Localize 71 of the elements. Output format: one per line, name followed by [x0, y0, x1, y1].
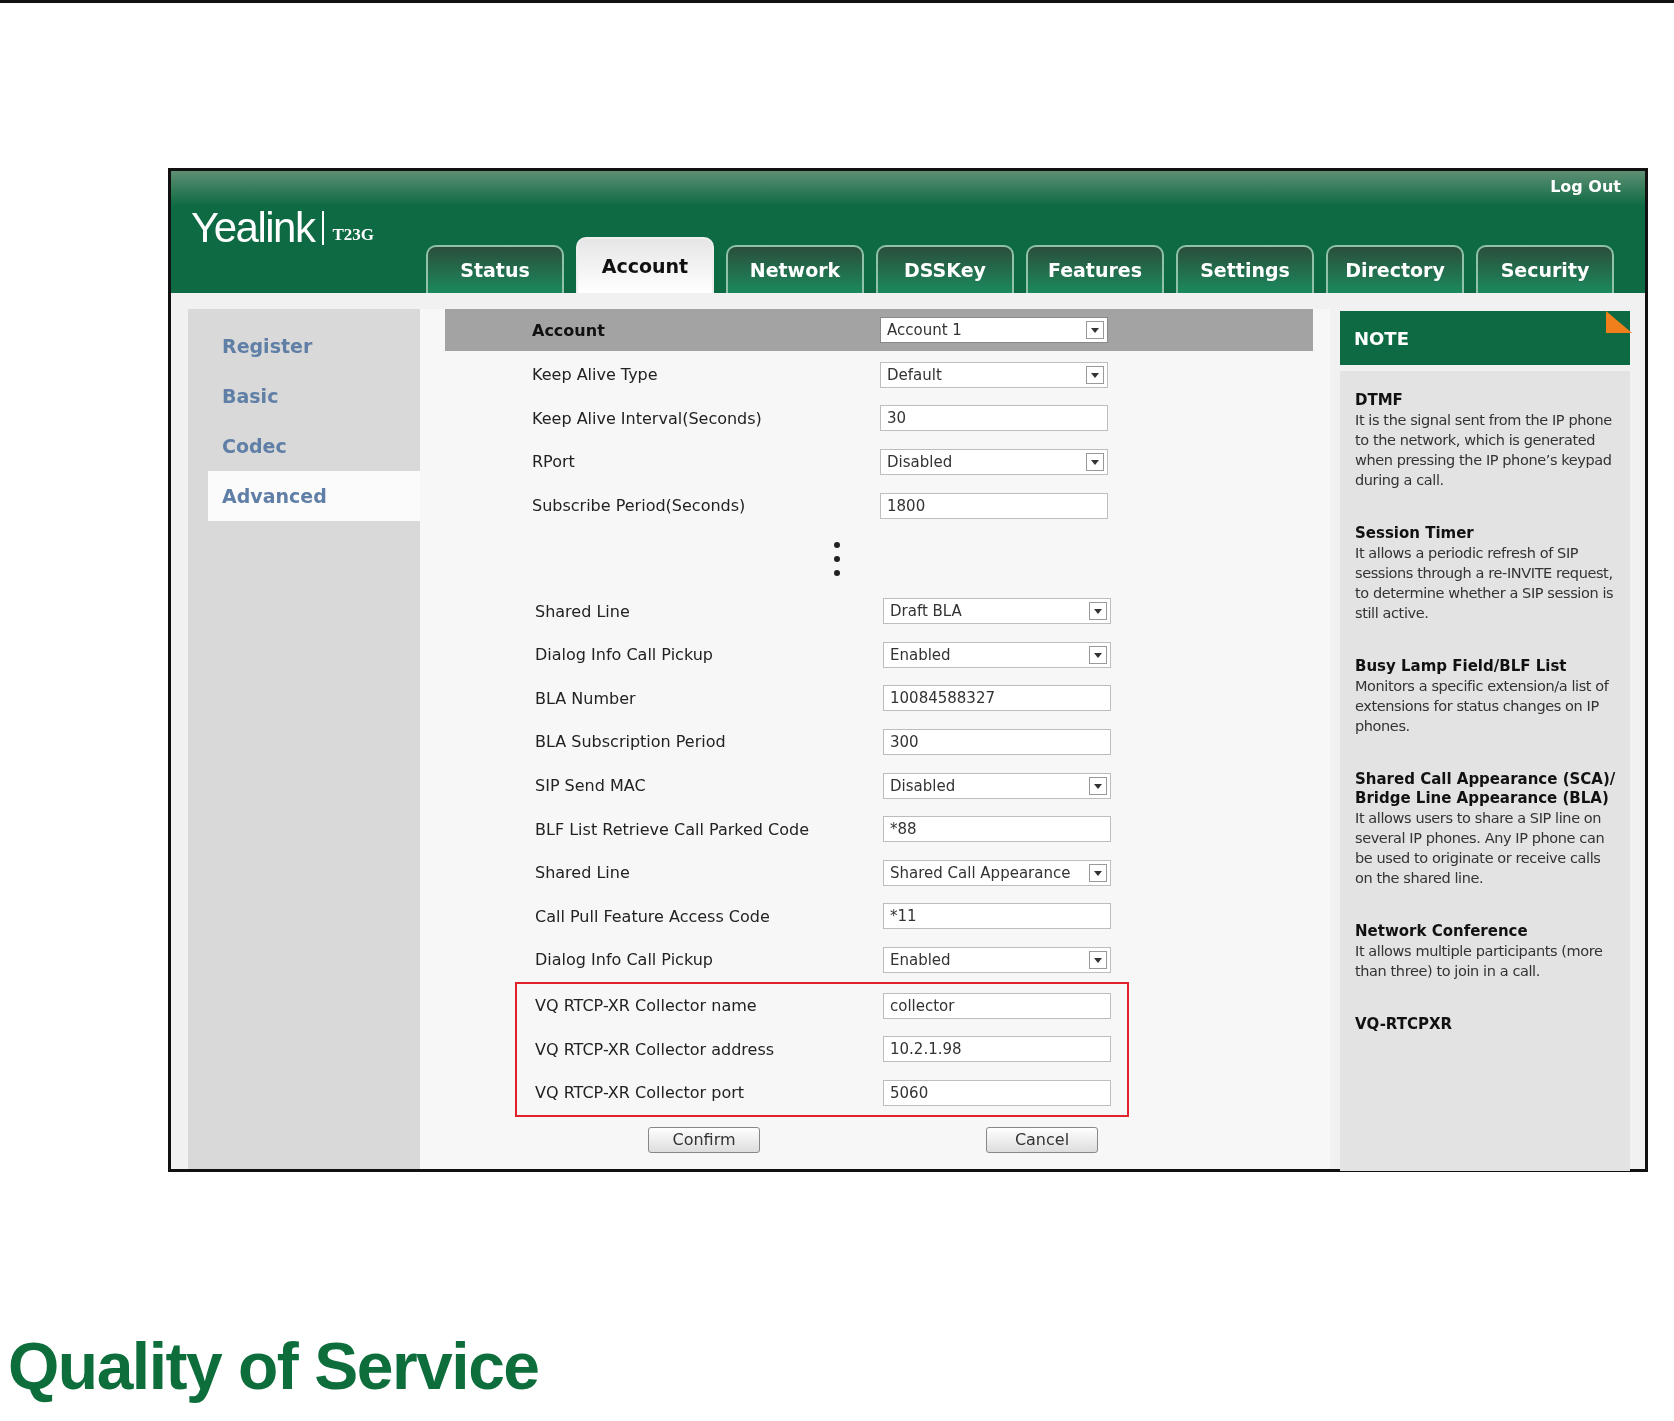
input-field[interactable]: 5060 — [883, 1079, 1111, 1106]
logo: Yealink — [191, 207, 315, 249]
note-title: NOTE — [1354, 327, 1409, 349]
form-button[interactable]: Cancel — [986, 1126, 1098, 1153]
folded-corner-icon — [1606, 311, 1632, 333]
field-label: Shared Line — [535, 601, 631, 621]
nav-tab[interactable]: Settings — [1176, 245, 1314, 293]
form-button[interactable]: Confirm — [648, 1126, 760, 1153]
sidebar-item[interactable]: Advanced — [208, 471, 420, 521]
nav-tab[interactable]: Security — [1476, 245, 1614, 293]
note-text: It allows multiple participants (more than three) to join in a call. — [1355, 942, 1604, 981]
field-label: BLA Subscription Period — [535, 732, 727, 752]
note-heading: Busy Lamp Field/BLF List — [1355, 657, 1568, 676]
note-heading: Shared Call Appearance (SCA)/ Bridge Line Appearance (BLA) — [1355, 770, 1617, 808]
note-heading: DTMF — [1355, 391, 1404, 410]
caret-icon — [1086, 365, 1104, 384]
field-label: VQ RTCP-XR Collector address — [535, 1039, 776, 1059]
caret-icon — [1089, 950, 1107, 969]
note-heading: VQ-RTCPXR — [1355, 1015, 1454, 1034]
note-heading: Session Timer — [1355, 524, 1475, 543]
dropdown[interactable]: Draft BLA — [883, 598, 1111, 625]
field-label: Dialog Info Call Pickup — [535, 645, 714, 665]
nav-tab[interactable]: Account — [576, 237, 714, 293]
dropdown[interactable]: Disabled — [883, 772, 1111, 799]
ellipsis-icon — [833, 541, 841, 578]
input-field[interactable]: 10084588327 — [883, 685, 1111, 712]
field-label: BLF List Retrieve Call Parked Code — [535, 819, 811, 839]
dropdown[interactable]: Shared Call Appearance — [883, 859, 1111, 886]
field-label: Shared Line — [535, 863, 631, 883]
nav-tab[interactable]: Directory — [1326, 245, 1464, 293]
input-field[interactable]: 10.2.1.98 — [883, 1036, 1111, 1063]
field-label: Call Pull Feature Access Code — [535, 906, 771, 926]
nav-tab[interactable]: Network — [726, 245, 864, 293]
dropdown[interactable]: Enabled — [883, 946, 1111, 973]
input-field[interactable]: 30 — [880, 405, 1108, 432]
section-title: Quality of Service — [8, 1330, 539, 1403]
note-heading: Network Conference — [1355, 922, 1529, 941]
dropdown[interactable]: Default — [880, 361, 1108, 388]
field-label: Subscribe Period(Seconds) — [532, 496, 747, 516]
input-field[interactable]: 300 — [883, 728, 1111, 755]
note-text: It allows users to share a SIP line on several IP phones. Any IP phone can be used to originate or receive calls on the shared line. — [1355, 809, 1606, 888]
field-label: SIP Send MAC — [535, 776, 647, 796]
dropdown[interactable]: Enabled — [883, 641, 1111, 668]
field-label: RPort — [532, 452, 576, 472]
nav-tab[interactable]: DSSKey — [876, 245, 1014, 293]
input-field[interactable]: *11 — [883, 903, 1111, 930]
field-label: Dialog Info Call Pickup — [535, 950, 714, 970]
field-label: Keep Alive Interval(Seconds) — [532, 408, 763, 428]
note-text: It is the signal sent from the IP phone to the network, which is generated when pressing the IP phone’s keypad during a call. — [1355, 411, 1613, 490]
caret-icon — [1086, 321, 1104, 339]
nav-tab[interactable]: Status — [426, 245, 564, 293]
caret-icon — [1086, 453, 1104, 471]
caret-icon — [1089, 776, 1107, 795]
dropdown[interactable]: Account 1 — [880, 317, 1108, 343]
dropdown[interactable]: Disabled — [880, 449, 1108, 475]
input-field[interactable]: collector — [883, 992, 1111, 1019]
input-field[interactable]: *88 — [883, 816, 1111, 843]
model-label: T23G — [332, 225, 374, 245]
nav-tab[interactable]: Features — [1026, 245, 1164, 293]
caret-icon — [1089, 645, 1107, 664]
note-text: It allows a periodic refresh of SIP sessions through a re-INVITE request, to determine whether a SIP session is still active. — [1355, 544, 1615, 623]
caret-icon — [1089, 602, 1107, 621]
field-label: Account — [532, 320, 606, 340]
field-label: Keep Alive Type — [532, 365, 659, 385]
note-text: Monitors a specific extension/a list of extensions for status changes on IP phones. — [1355, 677, 1610, 736]
input-field[interactable]: 1800 — [880, 492, 1108, 519]
logout-link[interactable]: Log Out — [1550, 177, 1621, 196]
field-label: VQ RTCP-XR Collector port — [535, 1083, 746, 1103]
caret-icon — [1089, 863, 1107, 882]
field-label: BLA Number — [535, 688, 637, 708]
field-label: VQ RTCP-XR Collector name — [535, 996, 758, 1015]
